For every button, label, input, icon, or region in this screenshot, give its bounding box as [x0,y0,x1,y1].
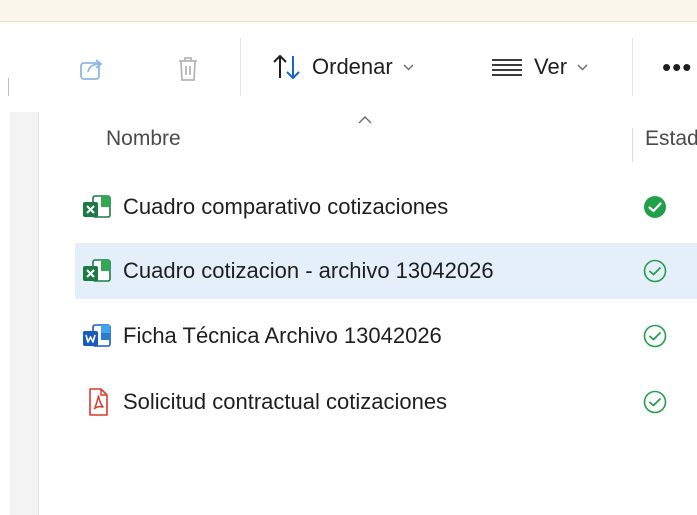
view-button[interactable]: Ver [490,47,588,87]
chevron-down-icon [403,60,414,74]
column-header-status[interactable]: Estado [645,127,697,151]
file-name: Cuadro comparativo cotizaciones [123,194,449,219]
view-label: Ver [534,54,568,79]
file-row[interactable]: Ficha Técnica Archivo 13042026 [75,308,697,364]
available-status-icon [643,390,667,414]
share-icon [80,59,102,80]
available-status-icon [643,259,667,283]
navigation-pane-edge [0,112,10,515]
list-view-icon [492,59,522,76]
excel-file-icon [81,256,117,286]
column-header-row: Nombre Estado [40,112,697,164]
file-name: Cuadro cotizacion - archivo 13042026 [123,258,494,283]
pdf-file-icon [81,387,117,417]
more-options-button[interactable]: ••• [662,54,692,80]
navigation-pane [0,112,39,515]
file-row[interactable]: Cuadro comparativo cotizaciones [75,179,697,235]
sort-label: Ordenar [312,54,393,79]
sort-ascending-caret-icon [357,112,373,130]
top-strip [0,0,697,22]
column-divider[interactable] [632,128,633,162]
share-button[interactable] [76,53,108,85]
file-name: Ficha Técnica Archivo 13042026 [123,323,442,348]
sort-button[interactable]: Ordenar [272,47,414,87]
available-status-icon [643,324,667,348]
column-header-name[interactable]: Nombre [106,127,181,151]
file-name: Solicitud contractual cotizaciones [123,389,448,414]
trash-icon [179,57,197,81]
available-on-device-status-icon [643,195,667,219]
toolbar-divider [632,38,633,96]
delete-button[interactable] [172,53,204,85]
file-row[interactable]: Solicitud contractual cotizaciones [75,374,697,430]
sort-icon [273,55,300,79]
chevron-down-icon [577,60,588,74]
word-file-icon [81,321,117,351]
toolbar-edge-divider [8,78,9,96]
excel-file-icon [81,192,117,222]
file-row-selected[interactable]: Cuadro cotizacion - archivo 13042026 [75,243,697,299]
toolbar-divider [240,38,241,96]
command-bar: Ordenar Ver ••• [0,22,697,112]
